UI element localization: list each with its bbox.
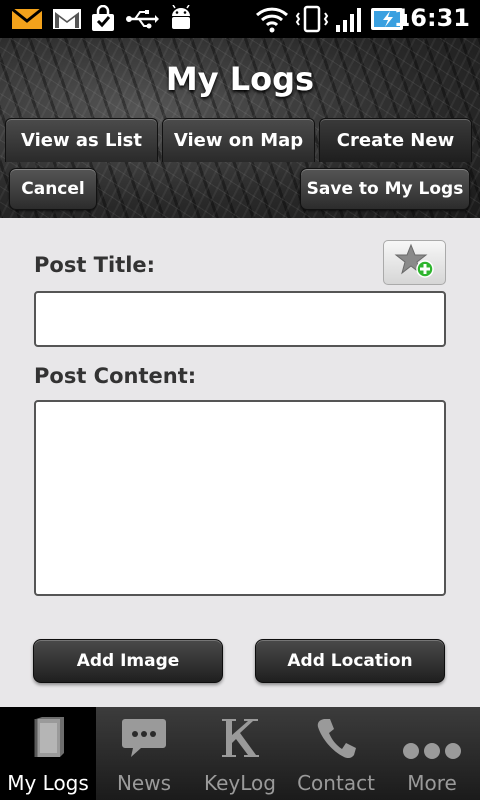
post-title-input[interactable] [34, 291, 446, 347]
tab-more[interactable]: More [384, 707, 480, 800]
tab-label: More [407, 771, 457, 795]
mail-icon [10, 5, 44, 33]
status-time: 16:31 [393, 4, 470, 32]
more-dots-icon [402, 707, 462, 763]
android-debug-icon [166, 5, 196, 33]
signal-icon [334, 5, 366, 33]
tab-keylog[interactable]: KeyLog [192, 707, 288, 800]
book-icon [28, 707, 68, 763]
post-content-textarea[interactable] [34, 400, 446, 596]
tab-label: News [116, 771, 172, 795]
tab-label: KeyLog [204, 771, 276, 795]
chat-bubble-icon [121, 707, 167, 763]
page-title: My Logs [165, 60, 315, 98]
wifi-icon [254, 5, 290, 33]
star-add-icon [393, 242, 437, 284]
tab-view-as-list[interactable]: View as List [5, 118, 158, 162]
add-location-button[interactable]: Add Location [255, 639, 445, 683]
vibrate-icon [294, 5, 330, 33]
phone-icon [314, 707, 358, 763]
bottom-tab-bar: My Logs News KeyLog Contact More [0, 707, 480, 800]
status-bar: 16:31 [0, 0, 480, 38]
tab-contact[interactable]: Contact [288, 707, 384, 800]
add-image-button[interactable]: Add Image [33, 639, 223, 683]
usb-icon [124, 5, 160, 33]
post-content-label: Post Content: [34, 364, 197, 388]
tab-view-on-map[interactable]: View on Map [162, 118, 315, 162]
add-favorite-button[interactable] [383, 240, 446, 285]
shopping-bag-icon [88, 5, 118, 33]
tab-news[interactable]: News [96, 707, 192, 800]
tab-label: My Logs [7, 771, 89, 795]
keylog-k-icon [218, 707, 262, 763]
tab-create-new[interactable]: Create New [319, 118, 472, 162]
save-to-my-logs-button[interactable]: Save to My Logs [300, 168, 470, 210]
post-title-label: Post Title: [34, 253, 156, 277]
gmail-icon [52, 5, 82, 33]
cancel-button[interactable]: Cancel [9, 168, 97, 210]
tab-my-logs[interactable]: My Logs [0, 707, 96, 800]
tab-label: Contact [297, 771, 375, 795]
header: My Logs View as List View on Map Create … [0, 38, 480, 218]
